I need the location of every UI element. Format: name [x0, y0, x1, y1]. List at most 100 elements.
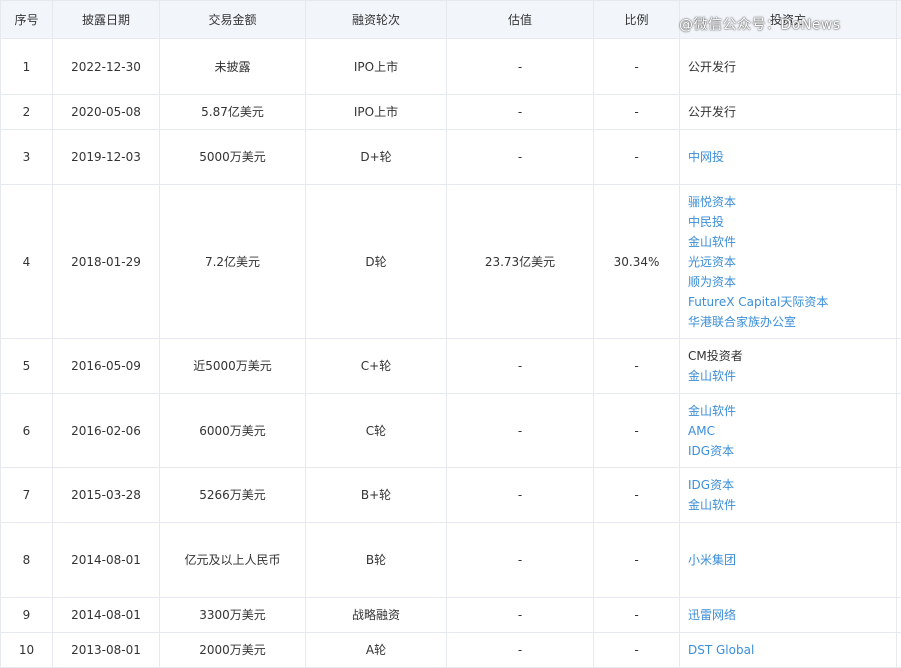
- row-index: 9: [0, 597, 53, 633]
- row-spacer: [896, 338, 901, 394]
- row-ratio: -: [593, 467, 680, 523]
- row-amount: 5266万美元: [159, 467, 306, 523]
- row-date: 2016-05-09: [52, 338, 160, 394]
- row-investors: DST Global: [679, 632, 897, 668]
- row-amount: 5.87亿美元: [159, 94, 306, 130]
- row-ratio: -: [593, 393, 680, 468]
- row-date: 2014-08-01: [52, 522, 160, 598]
- row-investors: 公开发行: [679, 94, 897, 130]
- row-date: 2016-02-06: [52, 393, 160, 468]
- row-valuation: -: [446, 94, 594, 130]
- table-header-row: 序号 披露日期 交易金额 融资轮次 估值 比例 投资方: [0, 0, 901, 39]
- table-row: 8 2014-08-01 亿元及以上人民币 B轮 - - 小米集团: [0, 522, 901, 598]
- investor-link[interactable]: 金山软件: [688, 401, 896, 421]
- table-row: 9 2014-08-01 3300万美元 战略融资 - - 迅雷网络: [0, 597, 901, 633]
- table-row: 4 2018-01-29 7.2亿美元 D轮 23.73亿美元 30.34% 骊悦资本 中民投…: [0, 184, 901, 339]
- header-amount: 交易金额: [159, 0, 306, 39]
- investor-link[interactable]: 金山软件: [688, 366, 896, 386]
- table-row: 5 2016-05-09 近5000万美元 C+轮 - - CM投资者 金山软件: [0, 338, 901, 394]
- table-row: 10 2013-08-01 2000万美元 A轮 - - DST Global: [0, 632, 901, 668]
- row-index: 1: [0, 38, 53, 95]
- table-row: 6 2016-02-06 6000万美元 C轮 - - 金山软件 AMC IDG资本: [0, 393, 901, 468]
- row-index: 6: [0, 393, 53, 468]
- header-valuation: 估值: [446, 0, 594, 39]
- row-date: 2014-08-01: [52, 597, 160, 633]
- row-valuation: -: [446, 38, 594, 95]
- row-spacer: [896, 522, 901, 598]
- investor-name: 公开发行: [688, 59, 737, 74]
- investor-name: CM投资者: [688, 349, 743, 363]
- investor-link[interactable]: 华港联合家族办公室: [688, 312, 896, 332]
- row-ratio: -: [593, 338, 680, 394]
- investor-link[interactable]: 骊悦资本: [688, 192, 896, 212]
- row-investors: 金山软件 AMC IDG资本: [679, 393, 897, 468]
- funding-table: 序号 披露日期 交易金额 融资轮次 估值 比例 投资方 1 2022-12-30 未…: [0, 0, 901, 668]
- row-round: B+轮: [305, 467, 447, 523]
- funding-table-body: 1 2022-12-30 未披露 IPO上市 - - 公开发行 2 2020-05-08 5.87…: [0, 38, 901, 668]
- row-index: 4: [0, 184, 53, 339]
- row-date: 2018-01-29: [52, 184, 160, 339]
- investor-link[interactable]: FutureX Capital天际资本: [688, 292, 896, 312]
- row-investors: 中网投: [679, 129, 897, 185]
- row-investors: IDG资本 金山软件: [679, 467, 897, 523]
- row-valuation: 23.73亿美元: [446, 184, 594, 339]
- row-round: C+轮: [305, 338, 447, 394]
- row-spacer: [896, 467, 901, 523]
- row-round: A轮: [305, 632, 447, 668]
- investor-link[interactable]: 金山软件: [688, 495, 896, 515]
- investor-link[interactable]: 迅雷网络: [688, 605, 896, 625]
- row-investors: CM投资者金山软件: [679, 338, 897, 394]
- table-row: 3 2019-12-03 5000万美元 D+轮 - - 中网投: [0, 129, 901, 185]
- row-round: B轮: [305, 522, 447, 598]
- row-investors: 骊悦资本 中民投 金山软件 光远资本 顺为资本 FutureX Capital天际资本 华港…: [679, 184, 897, 339]
- investor-link[interactable]: AMC: [688, 421, 896, 441]
- header-date: 披露日期: [52, 0, 160, 39]
- table-row: 1 2022-12-30 未披露 IPO上市 - - 公开发行: [0, 38, 901, 95]
- row-amount: 未披露: [159, 38, 306, 95]
- row-date: 2022-12-30: [52, 38, 160, 95]
- row-round: IPO上市: [305, 38, 447, 95]
- row-date: 2019-12-03: [52, 129, 160, 185]
- row-spacer: [896, 184, 901, 339]
- header-index: 序号: [0, 0, 53, 39]
- investor-name: 公开发行: [688, 105, 737, 119]
- row-valuation: -: [446, 522, 594, 598]
- row-round: 战略融资: [305, 597, 447, 633]
- row-investors: 迅雷网络: [679, 597, 897, 633]
- row-round: C轮: [305, 393, 447, 468]
- row-spacer: [896, 129, 901, 185]
- investor-link[interactable]: 金山软件: [688, 232, 896, 252]
- row-valuation: -: [446, 338, 594, 394]
- row-amount: 2000万美元: [159, 632, 306, 668]
- header-ratio: 比例: [593, 0, 680, 39]
- row-amount: 亿元及以上人民币: [159, 522, 306, 598]
- investor-link[interactable]: DST Global: [688, 640, 896, 660]
- table-row: 2 2020-05-08 5.87亿美元 IPO上市 - - 公开发行: [0, 94, 901, 130]
- investor-link[interactable]: 中网投: [688, 147, 896, 167]
- row-investors: 小米集团: [679, 522, 897, 598]
- row-ratio: -: [593, 597, 680, 633]
- investor-link[interactable]: IDG资本: [688, 475, 896, 495]
- row-index: 3: [0, 129, 53, 185]
- row-index: 10: [0, 632, 53, 668]
- investor-link[interactable]: IDG资本: [688, 441, 896, 461]
- row-round: D+轮: [305, 129, 447, 185]
- row-spacer: [896, 38, 901, 95]
- row-index: 2: [0, 94, 53, 130]
- row-valuation: -: [446, 129, 594, 185]
- row-ratio: -: [593, 129, 680, 185]
- row-valuation: -: [446, 632, 594, 668]
- investor-link[interactable]: 中民投: [688, 212, 896, 232]
- row-spacer: [896, 393, 901, 468]
- row-amount: 6000万美元: [159, 393, 306, 468]
- investor-link[interactable]: 小米集团: [688, 550, 896, 570]
- investor-link[interactable]: 顺为资本: [688, 272, 896, 292]
- row-spacer: [896, 632, 901, 668]
- row-index: 5: [0, 338, 53, 394]
- row-spacer: [896, 94, 901, 130]
- table-row: 7 2015-03-28 5266万美元 B+轮 - - IDG资本 金山软件: [0, 467, 901, 523]
- funding-history-panel: 序号 披露日期 交易金额 融资轮次 估值 比例 投资方 1 2022-12-30 未…: [0, 0, 901, 668]
- investor-link[interactable]: 光远资本: [688, 252, 896, 272]
- row-valuation: -: [446, 393, 594, 468]
- row-valuation: -: [446, 467, 594, 523]
